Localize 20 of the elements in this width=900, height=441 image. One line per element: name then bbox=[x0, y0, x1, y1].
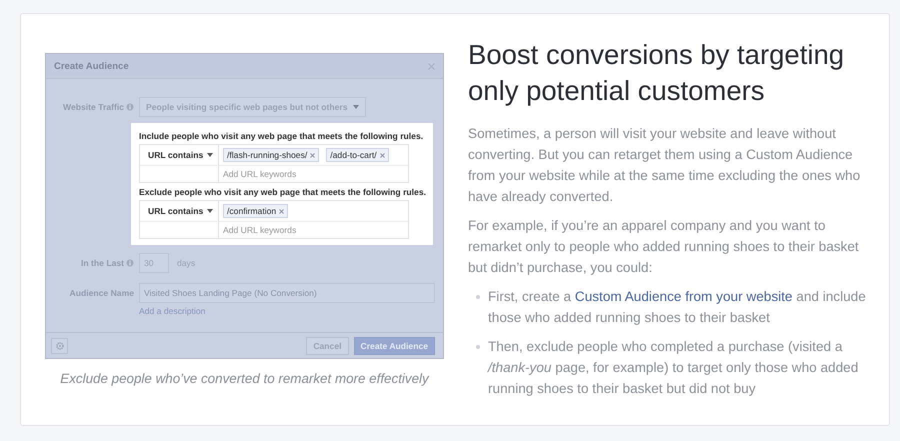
url-tag: /flash-running-shoes/ bbox=[223, 148, 320, 162]
figure-caption: Exclude people who’ve converted to remarket more effectively bbox=[59, 371, 430, 386]
dialog-title: Create Audience bbox=[54, 60, 129, 72]
list-item: Then, exclude people who completed a purchase (visited a /thank-you page, for example) to target only those who added running shoes to their basket but did not buy bbox=[476, 336, 876, 399]
rule-heading: Include people who visit any web page that meets the following rules. bbox=[139, 130, 424, 143]
operator-dropdown[interactable]: URL contains bbox=[139, 144, 219, 166]
add-description-link[interactable]: Add a description bbox=[139, 306, 206, 316]
paragraph: For example, if you’re an apparel company and you want to remarket only to people who added running shoes to their basket but didn’t purchase, you could: bbox=[468, 217, 860, 277]
operator-dropdown[interactable]: URL contains bbox=[139, 200, 219, 222]
keyword-field[interactable]: Add URL keywords bbox=[219, 222, 409, 239]
create-audience-button[interactable]: Create Audience bbox=[354, 336, 435, 354]
list-item: First, create a Custom Audience from your website and include those who added running shoes to their basket bbox=[476, 286, 876, 328]
article-heading: Boost conversions by targeting only potential customers bbox=[468, 38, 846, 108]
audience-name-field[interactable]: Visited Shoes Landing Page (No Conversion) bbox=[139, 283, 435, 303]
paragraph: Sometimes, a person will visit your website and leave without converting. But you can retarget them using a Custom Audience from your website while at the same time excluding the ones who have already converted. bbox=[468, 125, 862, 206]
link[interactable]: Custom Audience from your website bbox=[574, 289, 792, 304]
url-tag: /add-to-cart/ bbox=[326, 148, 389, 162]
url-tag: /confirmation bbox=[223, 204, 288, 218]
keyword-field[interactable]: Add URL keywords bbox=[219, 166, 409, 183]
rule-heading: Exclude people who visit any web page that meets the following rules. bbox=[139, 186, 425, 199]
